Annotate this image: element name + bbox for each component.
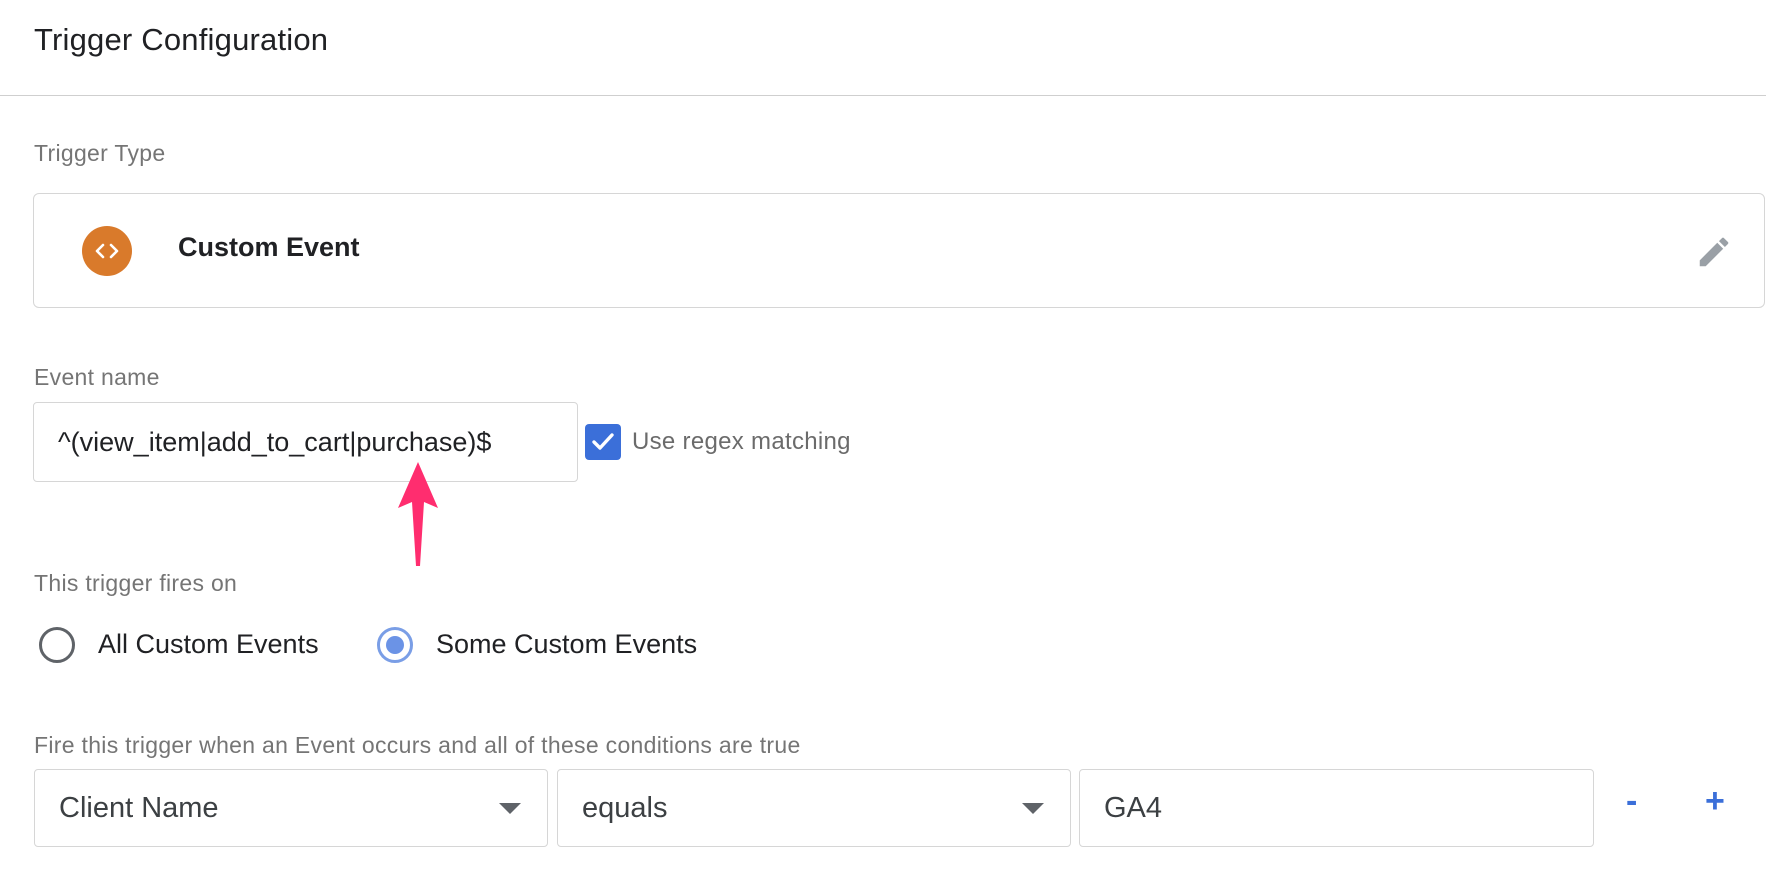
radio-some-custom-events[interactable] bbox=[377, 627, 413, 663]
trigger-config-page: Trigger Configuration Trigger Type Custo… bbox=[0, 0, 1766, 878]
trigger-type-name: Custom Event bbox=[178, 232, 360, 262]
pencil-icon[interactable] bbox=[1692, 230, 1736, 274]
header: Trigger Configuration bbox=[0, 0, 1766, 96]
event-name-input[interactable] bbox=[34, 403, 577, 481]
condition-variable-value: Client Name bbox=[59, 792, 219, 824]
condition-operator-select[interactable]: equals bbox=[557, 769, 1071, 847]
trigger-type-label: Trigger Type bbox=[34, 140, 166, 166]
condition-value-field-wrapper bbox=[1079, 769, 1594, 847]
event-name-field-wrapper bbox=[33, 402, 578, 482]
chevron-down-icon bbox=[1022, 803, 1044, 814]
fires-on-label: This trigger fires on bbox=[34, 570, 238, 596]
condition-operator-value: equals bbox=[582, 792, 668, 824]
trigger-type-card[interactable]: Custom Event bbox=[33, 193, 1765, 308]
regex-checkbox[interactable] bbox=[585, 424, 621, 460]
page-title: Trigger Configuration bbox=[34, 22, 329, 57]
code-brackets-icon bbox=[82, 226, 132, 276]
regex-checkbox-label: Use regex matching bbox=[632, 428, 851, 455]
radio-all-custom-events[interactable] bbox=[39, 627, 75, 663]
condition-value-input[interactable] bbox=[1080, 770, 1593, 846]
chevron-down-icon bbox=[499, 803, 521, 814]
conditions-label: Fire this trigger when an Event occurs a… bbox=[34, 732, 801, 758]
checkmark-icon bbox=[592, 433, 614, 450]
radio-selected-dot bbox=[386, 636, 404, 654]
annotation-arrow bbox=[398, 462, 438, 566]
radio-all-custom-events-label[interactable]: All Custom Events bbox=[98, 629, 319, 660]
radio-some-custom-events-label[interactable]: Some Custom Events bbox=[436, 629, 697, 660]
condition-variable-select[interactable]: Client Name bbox=[34, 769, 548, 847]
add-condition-button[interactable]: + bbox=[1705, 784, 1725, 818]
event-name-label: Event name bbox=[34, 364, 160, 390]
remove-condition-button[interactable]: - bbox=[1626, 784, 1637, 818]
